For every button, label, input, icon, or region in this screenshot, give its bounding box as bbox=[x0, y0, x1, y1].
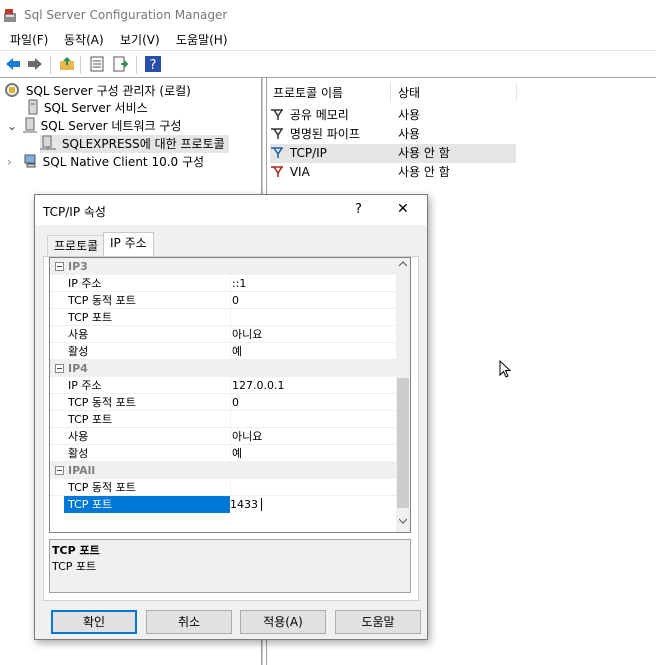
property-row[interactable]: TCP 동적 포트 0 bbox=[50, 394, 396, 411]
menu-file[interactable]: 파일(F) bbox=[10, 31, 48, 48]
server-icon bbox=[28, 99, 38, 115]
list-item[interactable]: VIA 사용 안 함 bbox=[270, 163, 516, 182]
server-icon bbox=[22, 117, 37, 133]
property-grid: IP3 IP 주소::1 TCP 동적 포트 0 TCP 포트 사용 아니요 활성 예… bbox=[49, 257, 411, 533]
header-divider bbox=[516, 82, 517, 102]
client-computer-icon bbox=[24, 154, 36, 168]
protocol-name: 명명된 파이프 bbox=[289, 127, 360, 141]
scroll-up-icon[interactable] bbox=[399, 261, 407, 267]
property-row[interactable]: 활성 예 bbox=[50, 343, 396, 360]
tree-root[interactable]: SQL Server 구성 관리자 (로컬) bbox=[4, 81, 191, 99]
chevron-down-icon[interactable]: ⌄ bbox=[7, 117, 19, 135]
protocol-plug-icon bbox=[271, 128, 283, 139]
property-row[interactable]: TCP 동적 포트 0 bbox=[50, 292, 396, 309]
property-row[interactable]: TCP 포트 bbox=[50, 411, 396, 428]
property-row[interactable]: IP 주소::1 bbox=[50, 275, 396, 292]
property-row[interactable]: 사용 아니요 bbox=[50, 326, 396, 343]
protocol-name: TCP/IP bbox=[289, 146, 327, 160]
menu-bar: 파일(F) 동작(A) 보기(V) 도움말(H) bbox=[0, 30, 656, 50]
property-row[interactable]: 활성 예 bbox=[50, 445, 396, 462]
property-row[interactable]: TCP 동적 포트 bbox=[50, 479, 396, 496]
description-title: TCP 포트 bbox=[52, 544, 100, 557]
back-arrow-icon[interactable] bbox=[4, 55, 22, 73]
tree-item-services-label: SQL Server 서비스 bbox=[43, 101, 148, 115]
mouse-cursor-icon bbox=[499, 360, 512, 378]
protocol-plug-icon bbox=[271, 147, 283, 158]
property-row-selected[interactable]: TCP 포트 1433 bbox=[50, 496, 396, 513]
app-icon bbox=[4, 9, 16, 22]
collapse-icon[interactable] bbox=[55, 466, 64, 475]
protocol-plug-icon bbox=[271, 109, 283, 120]
list-item[interactable]: 명명된 파이프 사용 bbox=[270, 125, 516, 144]
tree-item-network[interactable]: ⌄ SQL Server 네트워크 구성 bbox=[7, 117, 181, 135]
svg-text:?: ? bbox=[150, 58, 157, 73]
category-ip4[interactable]: IP4 bbox=[50, 360, 396, 377]
toolbar-separator bbox=[80, 56, 81, 74]
tree-root-label: SQL Server 구성 관리자 (로컬) bbox=[25, 84, 191, 98]
column-header-protocol-name[interactable]: 프로토콜 이름 bbox=[273, 84, 343, 101]
header-divider bbox=[390, 82, 391, 102]
protocol-name: VIA bbox=[289, 165, 310, 179]
tree-item-native-client-label: SQL Native Client 10.0 구성 bbox=[42, 155, 205, 169]
property-row[interactable]: TCP 포트 bbox=[50, 309, 396, 326]
config-manager-icon bbox=[5, 83, 19, 97]
protocol-status: 사용 안 함 bbox=[398, 146, 450, 160]
properties-icon[interactable] bbox=[88, 55, 106, 73]
vertical-scrollbar[interactable] bbox=[396, 258, 410, 532]
protocol-status: 사용 안 함 bbox=[398, 165, 450, 179]
category-ip3[interactable]: IP3 bbox=[50, 258, 396, 275]
property-row[interactable]: IP 주소 127.0.0.1 bbox=[50, 377, 396, 394]
list-item[interactable]: TCP/IP 사용 안 함 bbox=[270, 144, 516, 163]
close-icon[interactable]: ✕ bbox=[397, 201, 409, 217]
collapse-icon[interactable] bbox=[55, 364, 64, 373]
apply-button[interactable]: 적용(A) bbox=[240, 610, 326, 634]
ok-button[interactable]: 확인 bbox=[51, 610, 137, 634]
column-header-status[interactable]: 상태 bbox=[398, 84, 420, 101]
scroll-down-icon[interactable] bbox=[399, 518, 407, 524]
export-list-icon[interactable] bbox=[112, 55, 130, 73]
toolbar: ? bbox=[0, 50, 656, 78]
dialog-title-bar: TCP/IP 속성 ? ✕ bbox=[35, 195, 427, 225]
dialog-title: TCP/IP 속성 bbox=[43, 205, 106, 219]
description-text: TCP 포트 bbox=[52, 560, 97, 573]
chevron-right-icon[interactable]: › bbox=[7, 153, 19, 171]
forward-arrow-icon[interactable] bbox=[26, 55, 44, 73]
toolbar-separator bbox=[136, 56, 137, 74]
category-ipall[interactable]: IPAll bbox=[50, 462, 396, 479]
list-item[interactable]: 공유 메모리 사용 bbox=[270, 106, 516, 125]
tree-item-network-label: SQL Server 네트워크 구성 bbox=[40, 119, 182, 133]
help-icon[interactable]: ? bbox=[144, 55, 162, 73]
help-question-icon[interactable]: ? bbox=[355, 202, 362, 217]
scroll-thumb[interactable] bbox=[397, 378, 409, 508]
tab-protocol[interactable]: 프로토콜 bbox=[47, 235, 106, 257]
cancel-button[interactable]: 취소 bbox=[146, 610, 232, 634]
tree-item-protocols[interactable]: SQLEXPRESS에 대한 프로토콜 bbox=[40, 135, 229, 153]
title-bar: Sql Server Configuration Manager bbox=[0, 0, 656, 30]
up-folder-icon[interactable] bbox=[58, 55, 76, 73]
protocol-name: 공유 메모리 bbox=[289, 108, 349, 122]
menu-help[interactable]: 도움말(H) bbox=[176, 31, 228, 48]
tcpip-properties-dialog: TCP/IP 속성 ? ✕ 프로토콜 IP 주소 IP3 IP 주소::1 TC… bbox=[34, 194, 428, 640]
tree-item-protocols-label: SQLEXPRESS에 대한 프로토콜 bbox=[61, 137, 225, 151]
menu-view[interactable]: 보기(V) bbox=[120, 31, 160, 48]
tree-item-services[interactable]: SQL Server 서비스 bbox=[26, 99, 148, 117]
protocol-status: 사용 bbox=[398, 108, 421, 122]
text-caret bbox=[261, 498, 262, 511]
protocol-status: 사용 bbox=[398, 127, 421, 141]
tab-ip-addresses[interactable]: IP 주소 bbox=[103, 232, 154, 257]
menu-action[interactable]: 동작(A) bbox=[64, 31, 104, 48]
tcp-port-input[interactable]: 1433 bbox=[230, 496, 258, 513]
toolbar-separator bbox=[50, 56, 51, 74]
property-row[interactable]: 사용 아니요 bbox=[50, 428, 396, 445]
window-title: Sql Server Configuration Manager bbox=[24, 8, 228, 22]
collapse-icon[interactable] bbox=[55, 262, 64, 271]
help-button[interactable]: 도움말 bbox=[335, 610, 421, 634]
protocol-icon bbox=[40, 135, 56, 150]
description-panel: TCP 포트 TCP 포트 bbox=[49, 539, 411, 593]
tree-item-native-client[interactable]: › SQL Native Client 10.0 구성 bbox=[7, 153, 204, 171]
protocol-plug-icon bbox=[271, 166, 283, 177]
